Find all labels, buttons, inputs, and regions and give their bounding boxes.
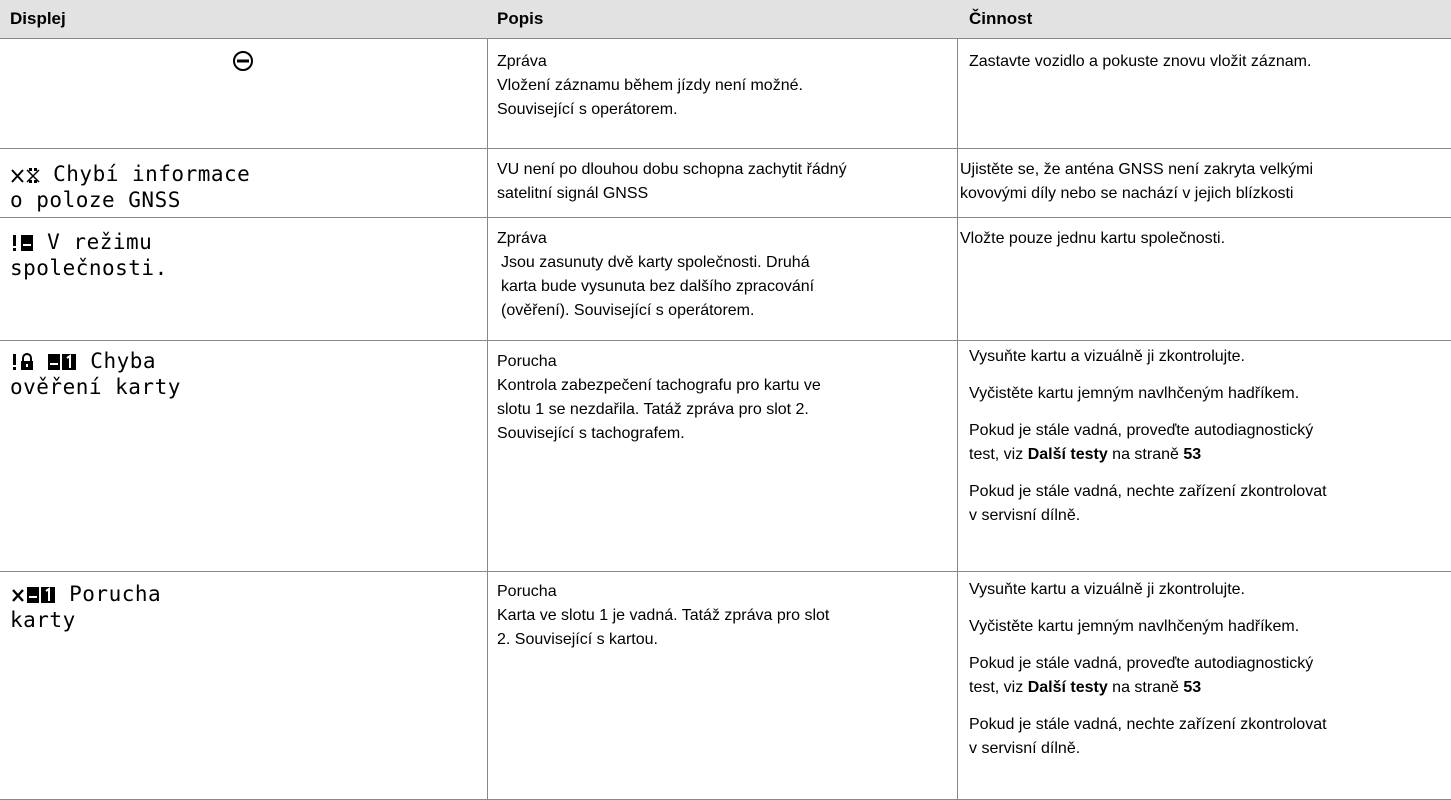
page-number: 53: [1183, 446, 1202, 463]
action-text: v servisní dílně.: [969, 740, 1081, 757]
action-text: kovovými díly nebo se nachází v jejich b…: [960, 185, 1294, 202]
action-text: Vysuňte kartu a vizuálně ji zkontrolujte…: [969, 348, 1245, 365]
action-cell: Zastavte vozidlo a pokuste znovu vložit …: [969, 50, 1449, 74]
slot-1-icon: [62, 354, 77, 370]
display-text: Chyba ověření karty: [10, 348, 181, 400]
slot-1-icon: [41, 587, 55, 603]
description-line: Zpráva: [497, 230, 547, 247]
satellite-icon: [26, 168, 40, 183]
action-text: Pokud je stále vadná, nechte zařízení zk…: [969, 716, 1327, 733]
description-line: (ověření). Související s operátorem.: [501, 302, 755, 319]
action-text: v servisní dílně.: [969, 507, 1081, 524]
row-divider: [0, 340, 1451, 341]
header-description: Popis: [497, 9, 544, 28]
action-text: Vyčistěte kartu jemným navlhčeným hadřík…: [969, 618, 1300, 635]
column-divider: [957, 38, 958, 799]
lock-icon: [21, 353, 33, 370]
description-line: Související s tachografem.: [497, 425, 685, 442]
link-middle: na straně: [1107, 679, 1184, 696]
no-entry-icon: [233, 51, 253, 71]
row-divider: [0, 571, 1451, 572]
description-line: Jsou zasunuty dvě karty společnosti. Dru…: [501, 254, 810, 271]
description-line: 2. Související s kartou.: [497, 631, 658, 648]
action-text: Zastavte vozidlo a pokuste znovu vložit …: [969, 53, 1312, 70]
fault-messages-table: Displej Popis Činnost Zpráva Vložení záz…: [0, 0, 1451, 800]
action-text: Pokud je stále vadná, proveďte autodiagn…: [969, 422, 1314, 439]
description-line: slotu 1 se nezdařila. Tatáž zpráva pro s…: [497, 401, 809, 418]
action-cell: Vložte pouze jednu kartu společnosti.: [960, 227, 1450, 251]
display-line-2: společnosti.: [10, 256, 168, 280]
display-text: V režimu společnosti.: [10, 229, 168, 281]
link-middle: na straně: [1107, 446, 1184, 463]
table-header: Displej Popis Činnost: [0, 0, 1451, 38]
link-prefix: test, viz: [969, 679, 1028, 696]
row-divider: [0, 38, 1451, 39]
further-tests-link[interactable]: Další testy: [1028, 446, 1108, 463]
action-link-line: test, viz Další testy na straně 53: [969, 676, 1449, 700]
description-cell: Porucha Karta ve slotu 1 je vadná. Tatáž…: [497, 580, 952, 652]
action-text: Vložte pouze jednu kartu společnosti.: [960, 230, 1226, 247]
row-divider: [0, 217, 1451, 218]
exclamation-icon: [13, 354, 16, 370]
description-cell: Zpráva Jsou zasunuty dvě karty společnos…: [497, 227, 947, 323]
display-line-1: Chybí informace: [40, 162, 251, 186]
display-line-2: karty: [10, 608, 76, 632]
action-cell: Vysuňte kartu a vizuálně ji zkontrolujte…: [969, 578, 1449, 761]
card-icon: [27, 587, 39, 603]
action-link-line: test, viz Další testy na straně 53: [969, 443, 1449, 467]
description-line: karta bude vysunuta bez dalšího zpracová…: [501, 278, 815, 295]
page-number: 53: [1183, 679, 1202, 696]
description-line: Související s operátorem.: [497, 101, 678, 118]
card-icon: [48, 354, 61, 370]
description-cell: Porucha Kontrola zabezpečení tachografu …: [497, 350, 952, 446]
column-divider: [487, 38, 488, 799]
display-line-1: Porucha: [56, 582, 162, 606]
action-cell: Vysuňte kartu a vizuálně ji zkontrolujte…: [969, 345, 1449, 528]
description-line: Zpráva: [497, 53, 547, 70]
description-line: Kontrola zabezpečení tachografu pro kart…: [497, 377, 821, 394]
header-display: Displej: [10, 9, 66, 28]
action-text: Vyčistěte kartu jemným navlhčeným hadřík…: [969, 385, 1300, 402]
display-line-1: Chyba: [77, 349, 157, 373]
action-text: Ujistěte se, že anténa GNSS není zakryta…: [960, 161, 1314, 178]
display-text: Chybí informace o poloze GNSS: [10, 161, 250, 213]
exclamation-icon: [13, 235, 16, 251]
description-line: Vložení záznamu během jízdy není možné.: [497, 77, 803, 94]
description-cell: VU není po dlouhou dobu schopna zachytit…: [497, 158, 955, 206]
display-line-2: o poloze GNSS: [10, 188, 181, 212]
action-cell: Ujistěte se, že anténa GNSS není zakryta…: [960, 158, 1450, 206]
description-cell: Zpráva Vložení záznamu během jízdy není …: [497, 50, 947, 122]
description-line: satelitní signál GNSS: [497, 185, 649, 202]
link-prefix: test, viz: [969, 446, 1028, 463]
description-line: Karta ve slotu 1 je vadná. Tatáž zpráva …: [497, 607, 830, 624]
description-line: Porucha: [497, 353, 557, 370]
card-icon: [21, 235, 33, 251]
x-icon: [12, 589, 24, 602]
x-icon: [11, 169, 24, 183]
description-line: VU není po dlouhou dobu schopna zachytit…: [497, 161, 847, 178]
row-divider: [0, 148, 1451, 149]
header-action: Činnost: [969, 9, 1033, 28]
display-line-1: V režimu: [34, 230, 153, 254]
action-text: Vysuňte kartu a vizuálně ji zkontrolujte…: [969, 581, 1245, 598]
further-tests-link[interactable]: Další testy: [1028, 679, 1108, 696]
display-text: Porucha karty: [10, 581, 161, 633]
display-line-2: ověření karty: [10, 375, 181, 399]
action-text: Pokud je stále vadná, proveďte autodiagn…: [969, 655, 1314, 672]
description-line: Porucha: [497, 583, 557, 600]
action-text: Pokud je stále vadná, nechte zařízení zk…: [969, 483, 1327, 500]
